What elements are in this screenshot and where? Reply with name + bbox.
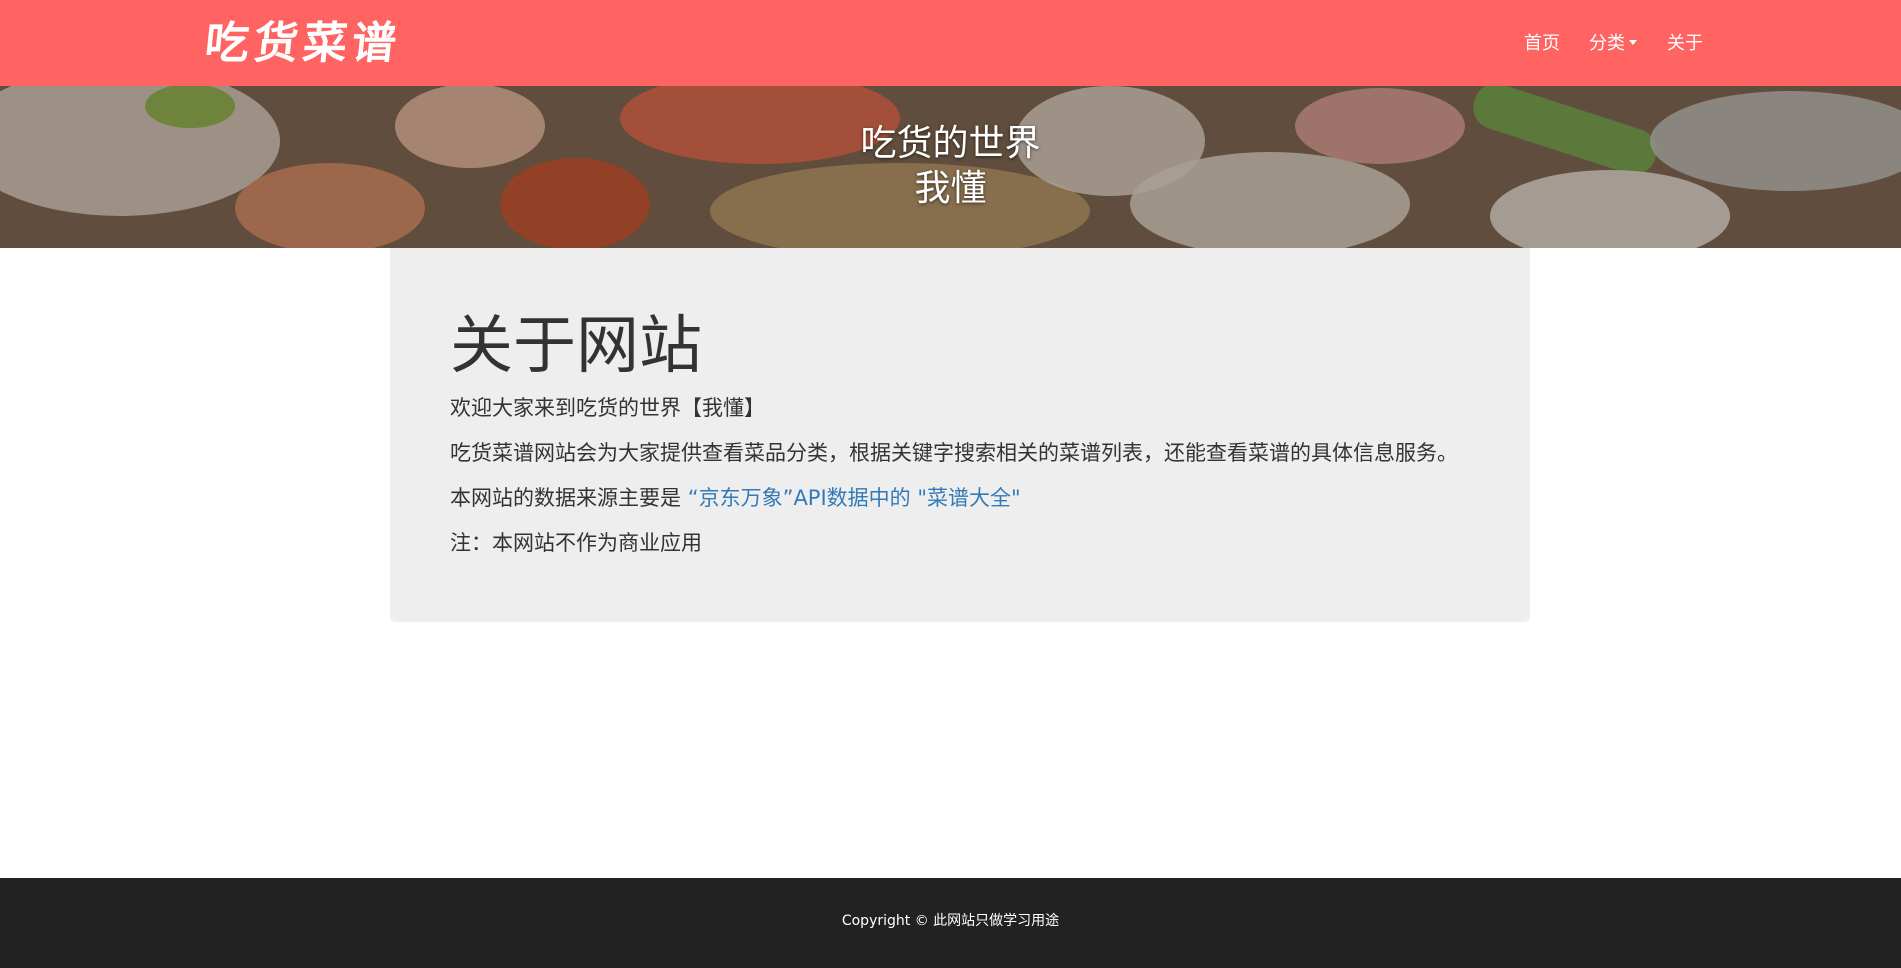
top-navbar: 吃货菜谱 首页 分类 关于 [0,0,1901,86]
about-panel: 关于网站 欢迎大家来到吃货的世界【我懂】 吃货菜谱网站会为大家提供查看菜品分类，… [390,248,1530,622]
footer: Copyright © 此网站只做学习用途 [0,878,1901,968]
caret-down-icon [1629,39,1637,45]
banner-title: 吃货的世界 我懂 [0,121,1901,211]
banner-title-line-2: 我懂 [914,168,987,209]
data-source-text: 本网站的数据来源主要是 “京东万象”API数据中的 "菜谱大全" [450,484,1021,512]
copyright-text: Copyright © 此网站只做学习用途 [841,913,1060,929]
banner-title-line-1: 吃货的世界 [860,123,1041,164]
nav-item-categories[interactable]: 分类 [1589,28,1637,56]
welcome-text: 欢迎大家来到吃货的世界【我懂】 [450,396,765,420]
nav-item-home[interactable]: 首页 [1524,28,1560,56]
data-source-prefix: 本网站的数据来源主要是 [450,486,688,510]
site-logo[interactable]: 吃货菜谱 [202,16,404,72]
hero-banner: 吃货的世界 我懂 [0,86,1901,248]
nav-item-about[interactable]: 关于 [1667,28,1703,56]
nav-item-home-label: 首页 [1524,33,1560,54]
nav-item-categories-label: 分类 [1589,33,1625,54]
description-text: 吃货菜谱网站会为大家提供查看菜品分类，根据关键字搜索相关的菜谱列表，还能查看菜谱… [450,441,1458,465]
nav-item-about-label: 关于 [1667,33,1703,54]
page-title: 关于网站 [450,309,702,382]
disclaimer-text: 注：本网站不作为商业应用 [450,531,702,555]
data-source-link[interactable]: “京东万象”API数据中的 "菜谱大全" [688,486,1021,510]
